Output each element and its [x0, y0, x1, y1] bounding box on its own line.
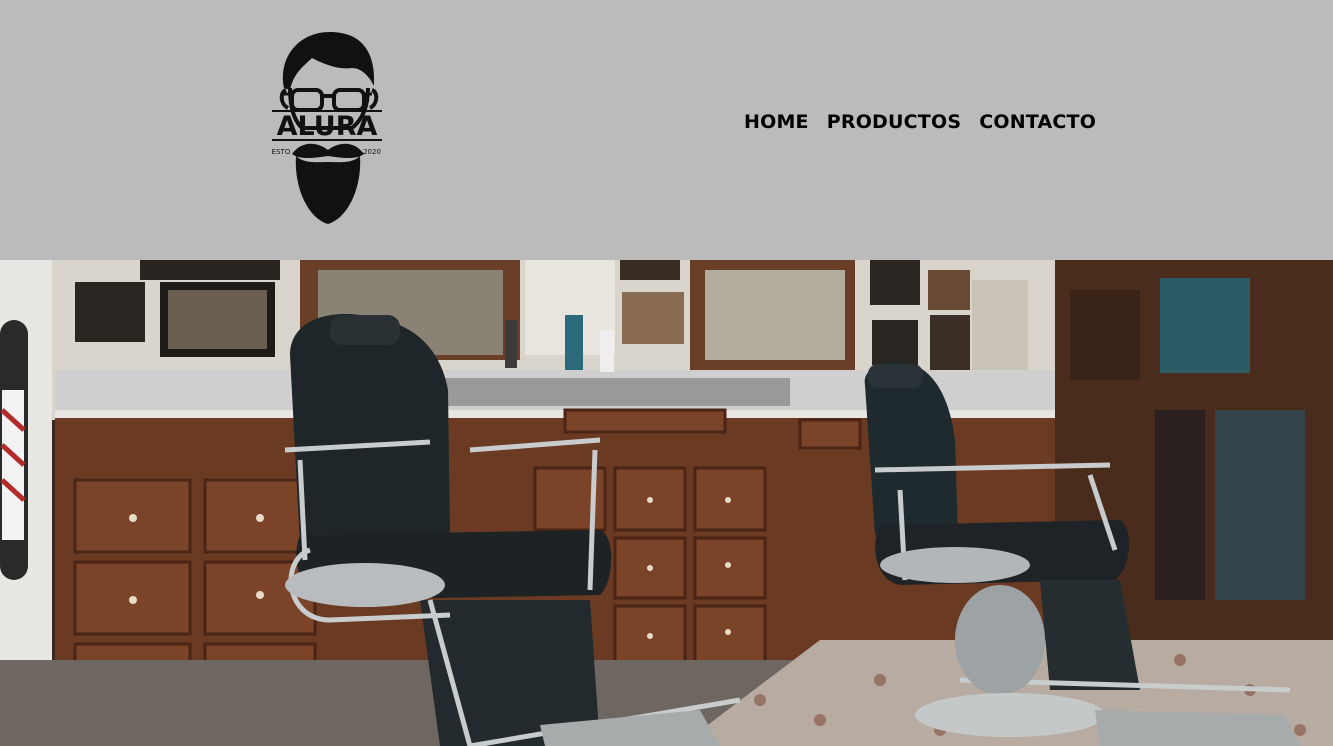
- hero-banner: [0, 260, 1333, 746]
- logo-left-text: ESTO: [272, 148, 291, 156]
- logo-brand-text: ALURA: [277, 111, 378, 142]
- nav-item-home[interactable]: HOME: [744, 108, 809, 136]
- barbershop-interior-photo: [0, 260, 1333, 746]
- brand-logo[interactable]: ALURA ESTO 2020: [268, 28, 386, 226]
- nav-item-productos[interactable]: PRODUCTOS: [827, 108, 961, 136]
- site-header: ALURA ESTO 2020 HOME PRODUCTOS CONTACTO: [0, 0, 1333, 260]
- nav-item-contacto[interactable]: CONTACTO: [979, 108, 1096, 136]
- logo-right-text: 2020: [363, 148, 381, 156]
- main-nav: HOME PRODUCTOS CONTACTO: [744, 108, 1096, 136]
- bearded-man-glasses-icon: ALURA ESTO 2020: [272, 32, 382, 224]
